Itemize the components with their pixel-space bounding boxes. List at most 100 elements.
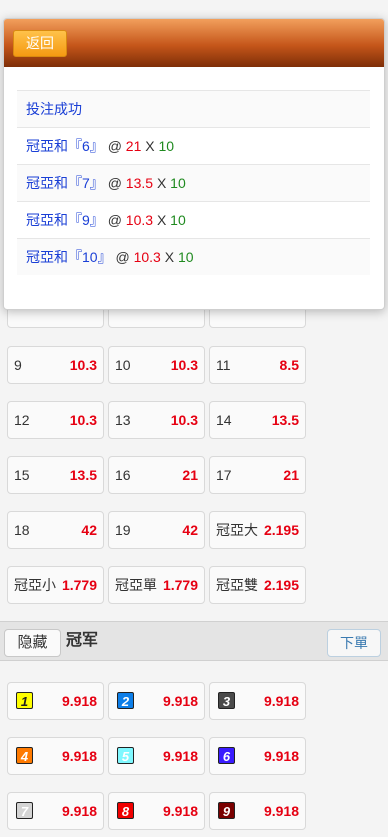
bet-cell[interactable]: 11 8.5	[209, 346, 306, 384]
bet-name: 冠亞單	[115, 577, 157, 593]
multiply-sign: X	[156, 212, 167, 228]
bet-result-list: 投注成功 冠亞和『6』 @ 21 X 10 冠亞和『7』 @ 13.5 X 10…	[17, 90, 370, 275]
bet-name: 18	[14, 522, 30, 538]
bet-cell[interactable]: 冠亞小 1.779	[7, 566, 104, 604]
number-ball-icon: 2	[117, 692, 134, 709]
bet-cell[interactable]: 13 10.3	[108, 401, 205, 439]
bet-odds: 10.3	[170, 357, 198, 373]
section-header-champion: 隐藏 冠军 下單	[0, 621, 388, 661]
champion-cell[interactable]: 5 9.918	[108, 737, 205, 775]
bet-odds: 21	[182, 467, 198, 483]
bet-odds: 8.5	[279, 357, 299, 373]
bet-odds: 9.918	[61, 803, 97, 819]
bet-result-row: 冠亞和『6』 @ 21 X 10	[17, 127, 370, 164]
bet-odds: 13.5	[125, 175, 154, 191]
bet-name: 14	[216, 412, 232, 428]
bet-cell[interactable]: 18 42	[7, 511, 104, 549]
bet-odds: 9.918	[162, 693, 198, 709]
success-text: 投注成功	[26, 101, 82, 117]
champion-cell[interactable]: 3 9.918	[209, 682, 306, 720]
hide-button[interactable]: 隐藏	[4, 629, 61, 657]
bet-odds: 10.3	[125, 212, 154, 228]
bet-odds: 10.3	[69, 412, 97, 428]
multiply-sign: X	[156, 175, 167, 191]
champion-cell[interactable]: 7 9.918	[7, 792, 104, 830]
bet-amount: 10	[170, 175, 186, 191]
dialog-header: 返回	[4, 19, 384, 67]
bet-result-row: 冠亞和『9』 @ 10.3 X 10	[17, 201, 370, 238]
at-sign: @	[107, 212, 122, 228]
bet-cell[interactable]: 10 10.3	[108, 346, 205, 384]
number-ball-icon: 5	[117, 747, 134, 764]
bet-cell[interactable]: 12 10.3	[7, 401, 104, 439]
champion-cell[interactable]: 2 9.918	[108, 682, 205, 720]
bet-name: 11	[216, 357, 231, 373]
bet-name: 9	[14, 357, 22, 373]
bet-cell[interactable]: 冠亞大 2.195	[209, 511, 306, 549]
multiply-sign: X	[145, 138, 155, 154]
champion-cell[interactable]: 1 9.918	[7, 682, 104, 720]
bet-odds: 9.918	[162, 803, 198, 819]
bet-name: 冠亞小	[14, 577, 56, 593]
at-sign: @	[115, 249, 130, 265]
bet-cell[interactable]: 9 10.3	[7, 346, 104, 384]
number-ball-icon: 8	[117, 802, 134, 819]
bet-odds: 9.918	[263, 748, 299, 764]
bet-odds: 13.5	[271, 412, 299, 428]
bet-odds: 2.195	[263, 577, 299, 593]
bet-label: 冠亞和『7』	[26, 175, 104, 191]
bet-odds: 1.779	[162, 577, 198, 593]
bet-amount: 10	[170, 212, 186, 228]
bet-name: 12	[14, 412, 30, 428]
multiply-sign: X	[164, 249, 175, 265]
bet-odds: 1.779	[61, 577, 97, 593]
champion-cell[interactable]: 9 9.918	[209, 792, 306, 830]
champion-cell[interactable]: 8 9.918	[108, 792, 205, 830]
bet-cell[interactable]: 16 21	[108, 456, 205, 494]
champion-cell[interactable]: 6 9.918	[209, 737, 306, 775]
bet-odds: 10.3	[133, 249, 161, 265]
bet-amount: 10	[177, 249, 194, 265]
bet-odds: 9.918	[61, 748, 97, 764]
bet-cell[interactable]: 冠亞單 1.779	[108, 566, 205, 604]
bet-cell[interactable]: 19 42	[108, 511, 205, 549]
number-ball-icon: 9	[218, 802, 235, 819]
bet-name: 17	[216, 467, 232, 483]
back-button[interactable]: 返回	[13, 30, 67, 57]
bet-cell[interactable]: 15 13.5	[7, 456, 104, 494]
bet-name: 13	[115, 412, 131, 428]
bet-cell[interactable]: 17 21	[209, 456, 306, 494]
section-title: 冠军	[66, 632, 99, 649]
number-ball-icon: 4	[16, 747, 33, 764]
bet-odds: 10.3	[69, 357, 97, 373]
bet-amount: 10	[158, 138, 175, 154]
bet-name: 10	[115, 357, 131, 373]
bet-result-row: 冠亞和『10』 @ 10.3 X 10	[17, 238, 370, 275]
bet-name: 冠亞雙	[216, 577, 258, 593]
number-ball-icon: 7	[16, 802, 33, 819]
bet-cell[interactable]: 14 13.5	[209, 401, 306, 439]
bet-label: 冠亞和『6』	[26, 138, 104, 154]
bet-odds: 9.918	[263, 803, 299, 819]
success-message: 投注成功	[17, 90, 370, 127]
bet-odds: 9.918	[162, 748, 198, 764]
bet-odds: 21	[125, 138, 142, 154]
number-ball-icon: 1	[16, 692, 33, 709]
bet-odds: 13.5	[69, 467, 97, 483]
bet-cell[interactable]: 冠亞雙 2.195	[209, 566, 306, 604]
place-order-button[interactable]: 下單	[327, 629, 381, 657]
number-ball-icon: 6	[218, 747, 235, 764]
bet-odds: 42	[182, 522, 198, 538]
champion-cell[interactable]: 4 9.918	[7, 737, 104, 775]
bet-odds: 9.918	[61, 693, 97, 709]
bet-result-row: 冠亞和『7』 @ 13.5 X 10	[17, 164, 370, 201]
bet-odds: 10.3	[170, 412, 198, 428]
bet-name: 15	[14, 467, 30, 483]
bet-name: 19	[115, 522, 131, 538]
bet-odds: 2.195	[263, 522, 299, 538]
bet-label: 冠亞和『9』	[26, 212, 104, 228]
bet-label: 冠亞和『10』	[26, 249, 112, 265]
at-sign: @	[107, 138, 122, 154]
bet-result-dialog: 返回 投注成功 冠亞和『6』 @ 21 X 10 冠亞和『7』 @ 13.5 X…	[3, 18, 385, 310]
bet-odds: 9.918	[263, 693, 299, 709]
